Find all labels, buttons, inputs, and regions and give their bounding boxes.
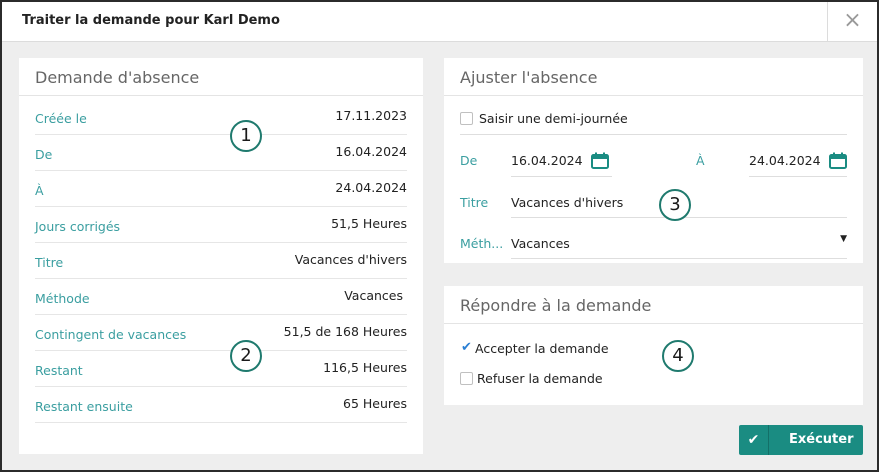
to-date-input[interactable]: 24.04.2024 bbox=[749, 153, 821, 168]
calendar-icon[interactable] bbox=[829, 152, 847, 169]
dialog-header: Traiter la demande pour Karl Demo × bbox=[2, 2, 877, 42]
title-field-label: Titre bbox=[460, 195, 489, 210]
callout-badge-3: 3 bbox=[659, 189, 691, 221]
method-field-label: Méth... bbox=[460, 236, 504, 251]
close-button[interactable]: × bbox=[827, 2, 877, 42]
callout-badge-1: 1 bbox=[230, 120, 262, 152]
absence-request-panel: Demande d'absence Créée le 17.11.2023 De… bbox=[19, 58, 423, 454]
info-row-label: Titre bbox=[35, 255, 64, 270]
field-divider bbox=[511, 258, 847, 259]
panel-divider bbox=[19, 95, 423, 96]
info-row-remaining-after: Restant ensuite 65 Heures bbox=[35, 387, 407, 423]
info-row-remaining: Restant 116,5 Heures bbox=[35, 351, 407, 387]
title-input[interactable]: Vacances d'hivers bbox=[511, 195, 623, 210]
info-row-title: Titre Vacances d'hivers bbox=[35, 243, 407, 279]
dialog-title: Traiter la demande pour Karl Demo bbox=[22, 13, 280, 28]
info-row-quota: Contingent de vacances 51,5 de 168 Heure… bbox=[35, 315, 407, 351]
info-row-value: 116,5 Heures bbox=[323, 360, 407, 375]
callout-badge-4: 4 bbox=[662, 340, 694, 372]
execute-label: Exécuter bbox=[789, 432, 854, 447]
info-row-value: 51,5 de 168 Heures bbox=[283, 324, 407, 339]
accept-request-label: Accepter la demande bbox=[475, 341, 609, 356]
to-date-label: À bbox=[696, 153, 705, 168]
close-icon: × bbox=[843, 8, 862, 33]
info-row-method: Méthode Vacances bbox=[35, 279, 407, 315]
callout-badge-2: 2 bbox=[230, 340, 262, 372]
checkbox-checked-icon bbox=[460, 340, 473, 355]
checkbox-unchecked-icon bbox=[460, 112, 473, 125]
info-row-corrected-days: Jours corrigés 51,5 Heures bbox=[35, 207, 407, 243]
half-day-label: Saisir une demi-journée bbox=[479, 111, 628, 126]
info-row-from: De 16.04.2024 bbox=[35, 135, 407, 171]
respond-title: Répondre à la demande bbox=[460, 296, 652, 315]
panel-divider bbox=[444, 95, 863, 96]
info-row-label: Restant ensuite bbox=[35, 399, 133, 414]
checkmark-icon: ✔ bbox=[739, 425, 769, 455]
method-select[interactable]: Vacances bbox=[511, 236, 570, 251]
checkbox-unchecked-icon bbox=[460, 372, 473, 385]
info-row-label: Jours corrigés bbox=[35, 219, 121, 234]
info-row-label: Méthode bbox=[35, 291, 90, 306]
info-row-value: 24.04.2024 bbox=[335, 180, 407, 195]
info-row-to: À 24.04.2024 bbox=[35, 171, 407, 207]
accept-request-checkbox[interactable]: Accepter la demande bbox=[460, 340, 609, 356]
from-date-label: De bbox=[460, 153, 478, 168]
reject-request-label: Refuser la demande bbox=[477, 371, 603, 386]
info-row-value: 16.04.2024 bbox=[335, 144, 407, 159]
chevron-down-icon[interactable]: ▼ bbox=[840, 234, 847, 244]
respond-panel: Répondre à la demande Accepter la demand… bbox=[444, 286, 863, 405]
info-row-label: Créée le bbox=[35, 111, 87, 126]
info-row-value: Vacances d'hivers bbox=[294, 252, 407, 267]
info-row-created: Créée le 17.11.2023 bbox=[35, 99, 407, 135]
reject-request-checkbox[interactable]: Refuser la demande bbox=[460, 371, 603, 386]
info-row-label: À bbox=[35, 183, 44, 198]
info-row-label: Contingent de vacances bbox=[35, 327, 187, 342]
absence-request-title: Demande d'absence bbox=[35, 68, 200, 87]
info-row-label: De bbox=[35, 147, 53, 162]
info-row-label: Restant bbox=[35, 363, 83, 378]
info-row-value: 51,5 Heures bbox=[331, 216, 407, 231]
info-row-value: Vacances bbox=[344, 288, 403, 303]
field-divider bbox=[511, 176, 612, 177]
from-date-input[interactable]: 16.04.2024 bbox=[511, 153, 583, 168]
execute-button[interactable]: ✔ Exécuter bbox=[739, 425, 863, 455]
info-row-value: 17.11.2023 bbox=[335, 108, 407, 123]
process-request-dialog: Traiter la demande pour Karl Demo × Dema… bbox=[0, 0, 879, 472]
field-divider bbox=[749, 176, 847, 177]
adjust-absence-panel: Ajuster l'absence Saisir une demi-journé… bbox=[444, 58, 863, 263]
half-day-checkbox[interactable]: Saisir une demi-journée bbox=[460, 111, 628, 126]
field-divider bbox=[460, 134, 847, 135]
info-row-value: 65 Heures bbox=[343, 396, 407, 411]
calendar-icon[interactable] bbox=[591, 152, 609, 169]
adjust-absence-title: Ajuster l'absence bbox=[460, 68, 598, 87]
panel-divider bbox=[444, 323, 863, 324]
